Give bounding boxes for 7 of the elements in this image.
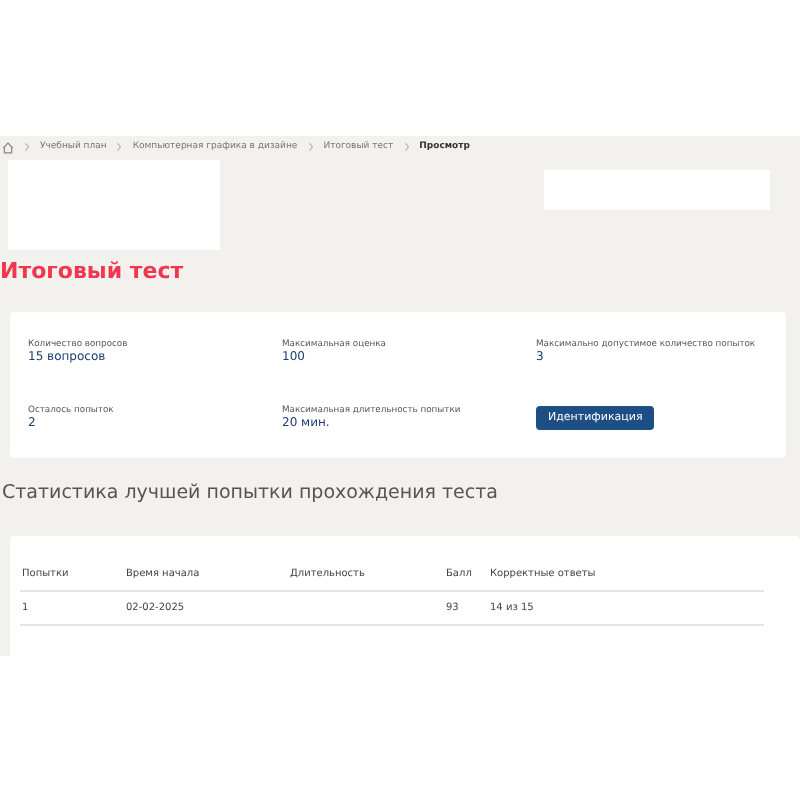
- chevron-icon: [307, 142, 314, 152]
- section-title: Статистика лучшей попытки прохождения теста: [2, 482, 500, 508]
- chevron-icon: [116, 142, 123, 152]
- home-icon[interactable]: [2, 141, 14, 153]
- chevron-icon: [24, 142, 30, 152]
- chevron-icon: [403, 142, 410, 152]
- page-title: Итоговый тест: [0, 256, 186, 288]
